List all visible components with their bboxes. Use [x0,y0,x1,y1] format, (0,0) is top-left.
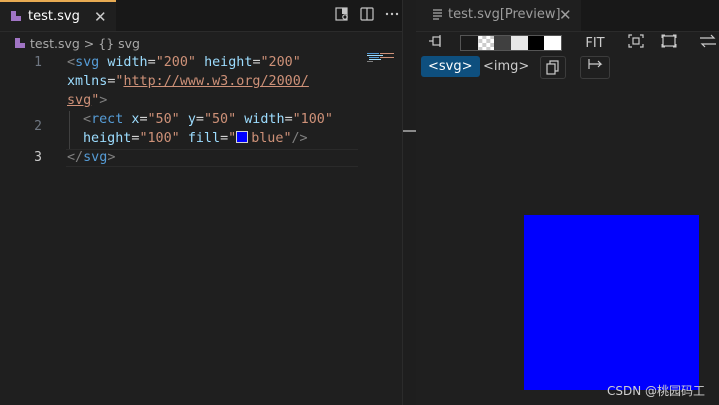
code-token: blue [251,131,284,146]
color-swatch[interactable] [236,131,249,143]
code-token: y [187,112,196,127]
close-icon[interactable]: ✕ [559,6,572,24]
editor-tab-label: test.svg [28,9,80,24]
actual-size-icon[interactable] [659,34,679,54]
code-token: < [83,112,92,127]
code-line-3: </svg> [67,150,115,165]
code-token: "100" [292,112,333,127]
preview-icon [432,8,443,23]
fit-button[interactable]: FIT [583,34,607,54]
indent-guide [69,111,70,149]
code-token: height [204,55,253,70]
pane-divider[interactable] [402,0,403,405]
editor-scrollbar[interactable] [402,31,416,405]
close-icon[interactable]: ✕ [94,8,107,26]
code-token: /> [291,131,308,146]
code-token: "200" [260,55,301,70]
breadcrumb: test.svg > {} svg [14,36,140,52]
breadcrumb-file[interactable]: test.svg [30,36,80,51]
rendered-blue-rect [524,215,699,390]
line-number: 3 [34,150,42,165]
code-token: svg [75,55,100,70]
code-token: width [107,55,148,70]
code-token: fill [187,131,221,146]
code-token: "50" [147,112,180,127]
code-token: svg [83,150,108,165]
line-number: 1 [34,55,42,70]
line-number: 2 [34,119,42,134]
split-editor-icon[interactable] [358,6,376,24]
svg-file-icon [11,11,21,21]
preview-tab[interactable]: test.svg[Preview] ✕ [416,0,581,31]
code-token: </ [67,150,84,165]
code-token: > [99,93,108,108]
code-token: > [107,150,116,165]
code-token: " [283,131,292,146]
code-line-1c: svg"> [67,93,107,108]
code-link: svg [67,93,92,108]
code-line-1a: <svg width="200" height="200" [67,55,301,70]
code-token: "100" [139,131,180,146]
breadcrumb-symbol[interactable]: {} svg [98,36,140,51]
img-mode-button[interactable]: <img> [476,56,536,77]
code-token: "200" [155,55,196,70]
zoom-selection-icon[interactable] [626,34,646,54]
code-token: rect [91,112,124,127]
code-token: width [244,112,285,127]
code-line-2a: <rect x="50" y="50" width="100" [83,112,333,127]
watermark: CSDN @桃园码工 [607,384,706,398]
svg-file-icon [15,38,25,48]
pin-icon[interactable] [426,34,446,54]
svg-mode-button[interactable]: <svg> [421,56,480,77]
scrollbar-marker [403,130,416,132]
swap-icon[interactable] [698,34,718,54]
code-token: " [228,131,237,146]
code-token: xmlns [67,74,108,89]
breadcrumb-separator: > [83,36,95,51]
editor-tab-test-svg[interactable]: test.svg ✕ [0,0,116,31]
code-token: height [83,131,132,146]
copy-icon[interactable] [540,56,566,79]
background-swatches[interactable] [460,35,562,51]
minimap[interactable] [366,52,402,72]
code-link[interactable]: http://www.w3.org/2000/ [123,74,308,89]
code-token: "50" [203,112,237,127]
code-line-1b: xmlns="http://www.w3.org/2000/ [67,74,309,89]
code-line-2b: height="100" fill=" blue"/> [83,131,308,146]
code-token: < [67,55,76,70]
more-actions-icon[interactable] [383,6,401,24]
open-preview-icon[interactable] [333,6,351,24]
preview-tab-label: test.svg[Preview] [448,7,561,22]
export-icon[interactable] [580,56,610,79]
